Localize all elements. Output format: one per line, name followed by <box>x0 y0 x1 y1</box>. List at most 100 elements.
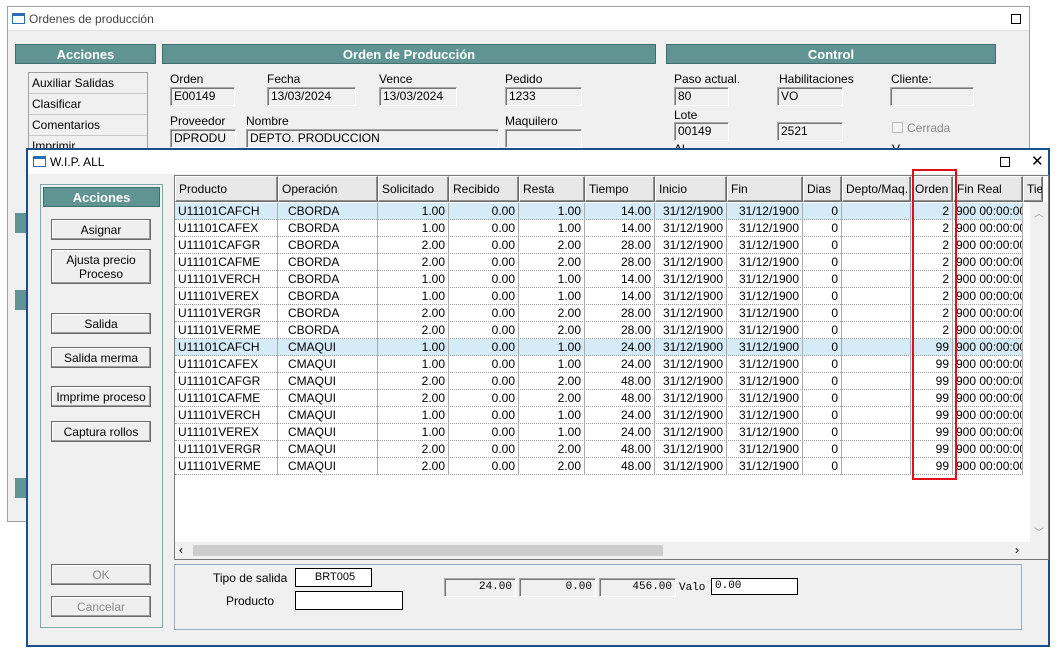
table-row[interactable]: U11101CAFEX CMAQUI 1.00 0.00 1.00 24.00 31/12/… <box>175 356 1023 373</box>
table-cell: 0.00 <box>449 220 519 237</box>
lote2-field[interactable]: 2521 <box>777 122 843 141</box>
scroll-right-icon[interactable]: › <box>1015 543 1019 557</box>
bottom-panel: Tipo de salida BRT005 Producto 24.00 0.0… <box>174 564 1022 630</box>
producto-field[interactable] <box>295 591 403 610</box>
lote-field[interactable]: 00149 <box>674 122 729 141</box>
lote-label: Lote <box>674 108 698 122</box>
table-row[interactable]: U11101VERCH CBORDA 1.00 0.00 1.00 14.00 31/12/… <box>175 271 1023 288</box>
table-cell: 0 <box>803 373 842 390</box>
table-row[interactable]: U11101CAFCH CMAQUI 1.00 0.00 1.00 24.00 31/12/… <box>175 339 1023 356</box>
table-cell: 31/12/1900 <box>727 322 803 339</box>
table-cell: U11101VEREX <box>175 424 278 441</box>
column-header-9[interactable]: Depto/Maq. <box>842 176 911 202</box>
asignar-button[interactable]: Asignar <box>51 219 151 240</box>
action-comentarios[interactable]: Comentarios <box>29 115 147 136</box>
table-cell: 0.00 <box>449 254 519 271</box>
grid-body: U11101CAFCH CBORDA 1.00 0.00 1.00 14.00 31/12/… <box>175 203 1023 475</box>
column-header-6[interactable]: Inicio <box>655 176 727 202</box>
maximize-icon[interactable] <box>1011 14 1021 24</box>
table-cell: 2.00 <box>378 373 449 390</box>
table-row[interactable]: U11101CAFGR CBORDA 2.00 0.00 2.00 28.00 31/12/… <box>175 237 1023 254</box>
tipo-salida-label: Tipo de salida <box>213 571 288 585</box>
habilitaciones-field[interactable]: VO <box>777 87 843 106</box>
table-row[interactable]: U11101VERME CBORDA 2.00 0.00 2.00 28.00 31/12/… <box>175 322 1023 339</box>
maximize-icon[interactable] <box>1000 157 1010 167</box>
table-row[interactable]: U11101VEREX CMAQUI 1.00 0.00 1.00 24.00 31/12/… <box>175 424 1023 441</box>
table-cell: 0 <box>803 271 842 288</box>
column-header-8[interactable]: Dias <box>803 176 842 202</box>
table-cell: 48.00 <box>585 390 655 407</box>
table-row[interactable]: U11101VERME CMAQUI 2.00 0.00 2.00 48.00 31/12/… <box>175 458 1023 475</box>
table-cell: 31/12/1900 <box>655 305 727 322</box>
cliente-field[interactable] <box>890 87 974 106</box>
fecha-field[interactable]: 13/03/2024 <box>267 87 356 106</box>
column-header-12[interactable]: Tie <box>1023 176 1043 202</box>
table-cell: U11101CAFEX <box>175 356 278 373</box>
table-row[interactable]: U11101VERGR CBORDA 2.00 0.00 2.00 28.00 31/12/… <box>175 305 1023 322</box>
column-header-1[interactable]: Operación <box>278 176 378 202</box>
table-cell: 24.00 <box>585 339 655 356</box>
table-cell: CMAQUI <box>278 390 378 407</box>
column-header-4[interactable]: Resta <box>519 176 585 202</box>
column-header-11[interactable]: Fin Real <box>953 176 1023 202</box>
maquilero-field[interactable] <box>505 129 582 148</box>
horizontal-scrollbar[interactable]: ‹ › <box>175 542 1048 559</box>
pedido-label: Pedido <box>505 72 543 86</box>
back-window-title: Ordenes de producción <box>29 12 154 26</box>
table-row[interactable]: U11101CAFCH CBORDA 1.00 0.00 1.00 14.00 31/12/… <box>175 203 1023 220</box>
scroll-thumb[interactable] <box>193 545 663 556</box>
ajusta-precio-button[interactable]: Ajusta precio Proceso <box>51 249 151 284</box>
cerrada-checkbox[interactable] <box>892 122 903 133</box>
table-cell: 0.00 <box>449 407 519 424</box>
table-cell: 0.00 <box>449 339 519 356</box>
table-cell: 0 <box>803 305 842 322</box>
table-cell: 0.00 <box>449 305 519 322</box>
table-row[interactable]: U11101VERGR CMAQUI 2.00 0.00 2.00 48.00 31/12/… <box>175 441 1023 458</box>
table-row[interactable]: U11101CAFEX CBORDA 1.00 0.00 1.00 14.00 31/12/… <box>175 220 1023 237</box>
vence-field[interactable]: 13/03/2024 <box>379 87 457 106</box>
table-cell: 14.00 <box>585 288 655 305</box>
paso-field[interactable]: 80 <box>674 87 729 106</box>
table-cell: 14.00 <box>585 271 655 288</box>
tipo-salida-field[interactable]: BRT005 <box>295 568 372 587</box>
column-header-0[interactable]: Producto <box>175 176 278 202</box>
pedido-field[interactable]: 1233 <box>505 87 582 106</box>
nombre-label: Nombre <box>246 114 289 128</box>
valo-field[interactable]: 0.00 <box>711 578 798 595</box>
salida-merma-button[interactable]: Salida merma <box>51 347 151 368</box>
ok-button[interactable]: OK <box>51 564 151 585</box>
table-row[interactable]: U11101CAFGR CMAQUI 2.00 0.00 2.00 48.00 31/12/… <box>175 373 1023 390</box>
table-cell: 28.00 <box>585 305 655 322</box>
table-cell: CBORDA <box>278 254 378 271</box>
table-row[interactable]: U11101CAFME CMAQUI 2.00 0.00 2.00 48.00 31/12/… <box>175 390 1023 407</box>
table-cell: 31/12/1900 <box>727 339 803 356</box>
window-icon <box>12 13 25 24</box>
table-row[interactable]: U11101CAFME CBORDA 2.00 0.00 2.00 28.00 31/12/… <box>175 254 1023 271</box>
table-cell: U11101VERGR <box>175 441 278 458</box>
imprime-proceso-button[interactable]: Imprime proceso <box>51 386 151 407</box>
column-header-5[interactable]: Tiempo <box>585 176 655 202</box>
salida-button[interactable]: Salida <box>51 313 151 334</box>
captura-rollos-button[interactable]: Captura rollos <box>51 421 151 442</box>
table-cell: 31/12/1900 <box>655 339 727 356</box>
table-cell: 900 00:00:00 <box>953 424 1023 441</box>
action-clasificar[interactable]: Clasificar <box>29 94 147 115</box>
column-header-7[interactable]: Fin <box>727 176 803 202</box>
table-cell: 14.00 <box>585 203 655 220</box>
close-icon[interactable]: ✕ <box>1031 154 1044 169</box>
scroll-left-icon[interactable]: ‹ <box>179 543 183 557</box>
scroll-down-icon[interactable]: ﹀ <box>1034 524 1044 539</box>
vertical-scrollbar[interactable]: ︿ ﹀ <box>1030 202 1048 542</box>
front-window-title: W.I.P. ALL <box>50 155 105 169</box>
column-header-2[interactable]: Solicitado <box>378 176 449 202</box>
action-auxiliar-salidas[interactable]: Auxiliar Salidas <box>29 73 147 94</box>
nombre-field[interactable]: DEPTO. PRODUCCION <box>246 129 499 148</box>
cerrada-label: Cerrada <box>907 121 951 135</box>
proveedor-field[interactable]: DPRODU <box>170 129 236 148</box>
orden-field[interactable]: E00149 <box>170 87 235 106</box>
cancelar-button[interactable]: Cancelar <box>51 596 151 617</box>
table-row[interactable]: U11101VERCH CMAQUI 1.00 0.00 1.00 24.00 31/12/… <box>175 407 1023 424</box>
scroll-up-icon[interactable]: ︿ <box>1034 205 1044 220</box>
table-row[interactable]: U11101VEREX CBORDA 1.00 0.00 1.00 14.00 31/12/… <box>175 288 1023 305</box>
column-header-3[interactable]: Recibido <box>449 176 519 202</box>
